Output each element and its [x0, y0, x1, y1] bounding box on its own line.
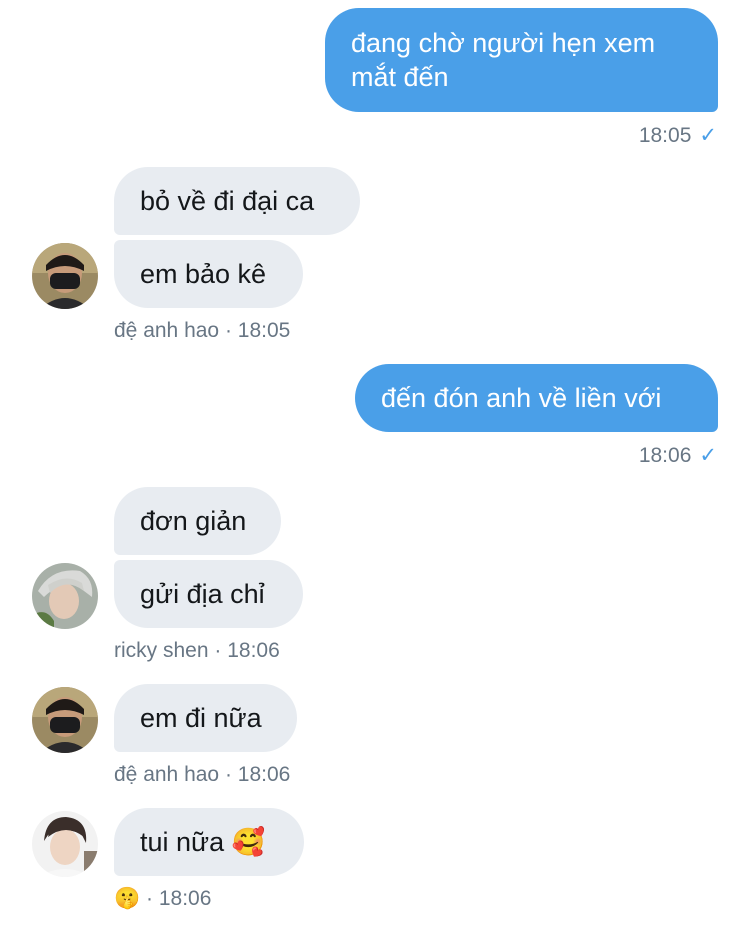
timestamp: 18:06 [638, 444, 692, 467]
incoming-message-bubble[interactable]: tui nữa 🥰 [114, 808, 304, 876]
sender-name: ricky shen [114, 639, 209, 662]
separator: · [146, 887, 153, 910]
checkmark-icon: ✓ [699, 444, 717, 467]
timestamp: 18:05 [638, 124, 692, 147]
sender-name: đệ anh hao [114, 763, 220, 786]
sender-meta: đệ anh hao · 18:06 [114, 763, 290, 787]
message-text: đang chờ người hẹn xem [351, 28, 656, 58]
message-meta: 18:05 ✓ [639, 123, 717, 148]
message-meta: 18:06 ✓ [639, 443, 717, 468]
smiling-face-with-hearts-icon: 🥰 [231, 827, 266, 857]
outgoing-message-bubble[interactable]: đến đón anh về liền với [355, 364, 718, 432]
message-text: đến đón anh về liền với [381, 383, 662, 413]
incoming-message-bubble[interactable]: em bảo kê [114, 240, 303, 308]
avatar[interactable] [32, 243, 98, 309]
separator: · [224, 763, 232, 786]
timestamp: 18:05 [237, 319, 291, 342]
message-text: đơn giản [140, 506, 247, 536]
message-text: tui nữa [140, 827, 225, 857]
sender-name: đệ anh hao [114, 319, 220, 342]
incoming-message-bubble[interactable]: bỏ về đi đại ca [114, 167, 360, 235]
incoming-message-bubble[interactable]: gửi địa chỉ [114, 560, 303, 628]
timestamp: 18:06 [237, 763, 291, 786]
separator: · [214, 639, 222, 662]
timestamp: 18:06 [227, 639, 280, 662]
avatar[interactable] [32, 811, 98, 877]
incoming-message-bubble[interactable]: em đi nữa [114, 684, 297, 752]
message-text: gửi địa chỉ [140, 579, 265, 609]
sender-meta: đệ anh hao · 18:05 [114, 319, 290, 343]
avatar[interactable] [32, 687, 98, 753]
message-text: em đi nữa [140, 703, 262, 733]
avatar[interactable] [32, 563, 98, 629]
message-text: mắt đến [351, 62, 449, 92]
timestamp: 18:06 [158, 887, 212, 910]
sender-meta: 🤫 · 18:06 [114, 887, 211, 911]
shushing-face-icon: 🤫 [114, 887, 141, 910]
checkmark-icon: ✓ [699, 124, 717, 147]
separator: · [224, 319, 232, 342]
outgoing-message-bubble[interactable]: đang chờ người hẹn xem mắt đến [325, 8, 718, 112]
sender-meta: ricky shen · 18:06 [114, 639, 280, 663]
incoming-message-bubble[interactable]: đơn giản [114, 487, 281, 555]
message-text: bỏ về đi đại ca [140, 186, 315, 216]
message-text: em bảo kê [140, 259, 267, 289]
